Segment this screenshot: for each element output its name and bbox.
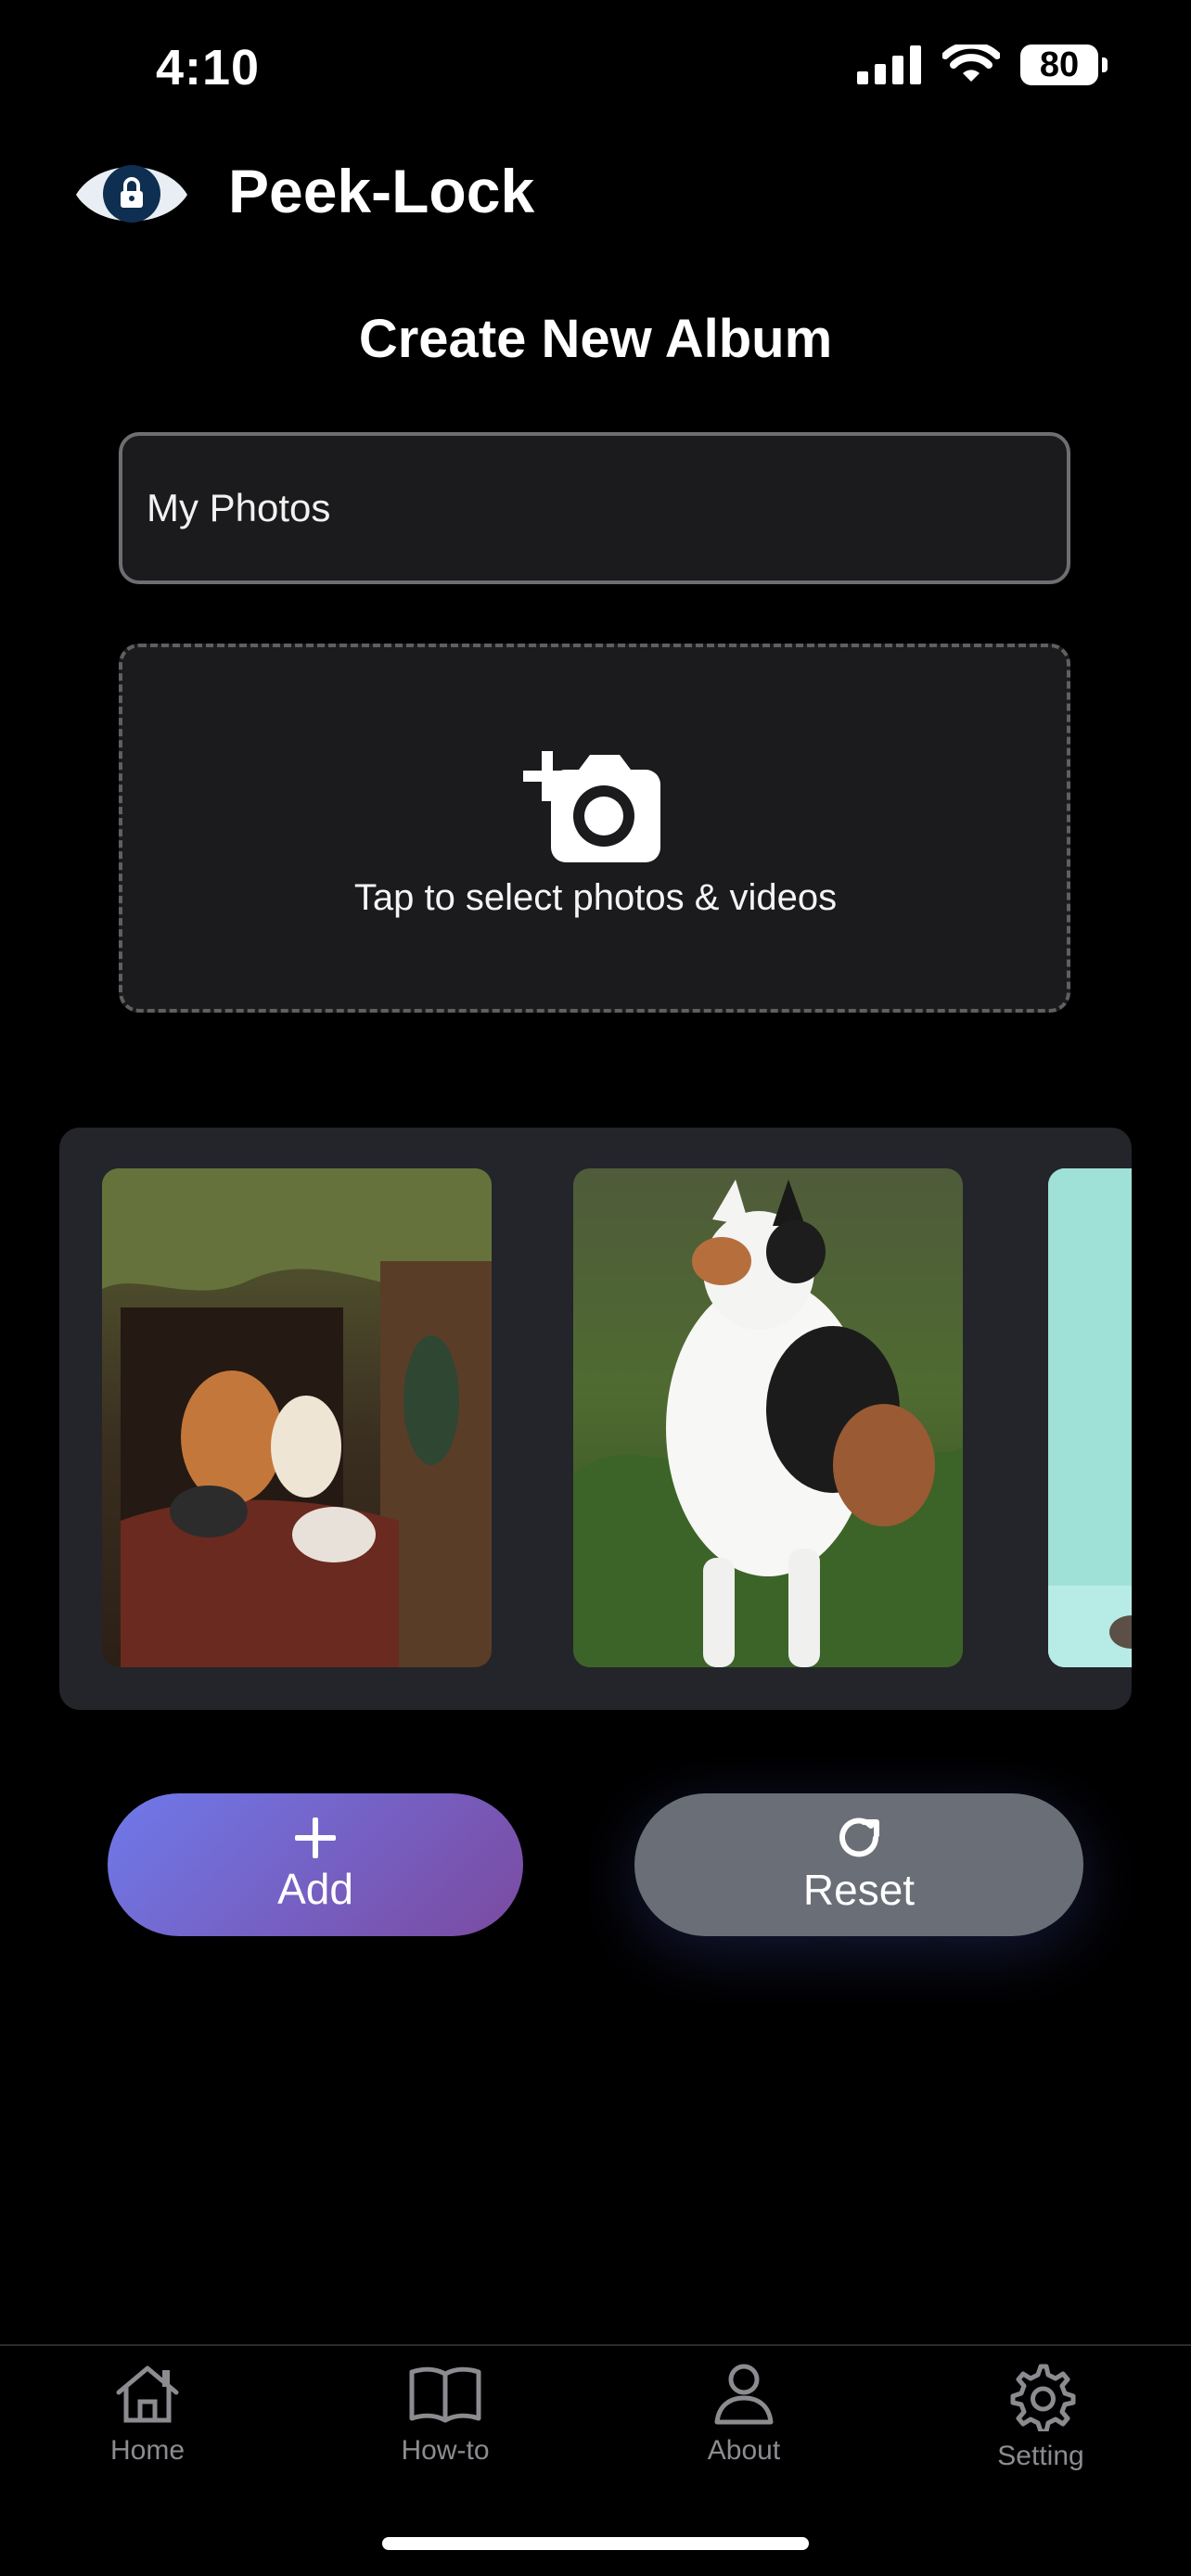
- media-thumbnail[interactable]: [1048, 1168, 1132, 1667]
- add-button-label: Add: [277, 1865, 353, 1913]
- status-time: 4:10: [156, 40, 261, 96]
- calico-cat-image: [573, 1168, 963, 1667]
- refresh-icon: [839, 1817, 879, 1857]
- home-icon: [116, 2366, 179, 2423]
- tabbar-divider: [0, 2344, 1191, 2346]
- tab-how-to[interactable]: How-to: [352, 2355, 538, 2467]
- tab-setting-label: Setting: [997, 2441, 1084, 2471]
- eye-lock-logo-icon: [76, 165, 187, 223]
- signal-icon: [857, 45, 921, 84]
- media-picker-prompt: Tap to select photos & videos: [353, 877, 838, 918]
- plus-icon: [295, 1817, 336, 1858]
- reset-button[interactable]: Reset: [634, 1793, 1083, 1936]
- selected-media-carousel[interactable]: [59, 1128, 1132, 1710]
- kittens-painting-image: [102, 1168, 492, 1667]
- battery-level: 80: [1039, 45, 1080, 84]
- add-button[interactable]: Add: [108, 1793, 523, 1936]
- album-name-value: My Photos: [147, 486, 331, 529]
- bottom-tab-bar: Home How-to About Setting: [0, 2355, 1191, 2494]
- book-icon: [409, 2366, 481, 2423]
- tab-about[interactable]: About: [651, 2355, 837, 2467]
- album-name-input[interactable]: My Photos: [119, 432, 1070, 584]
- page-title: Create New Album: [358, 309, 833, 369]
- app-title: Peek-Lock: [228, 157, 535, 225]
- tab-setting[interactable]: Setting: [948, 2355, 1133, 2472]
- media-thumbnail[interactable]: [102, 1168, 492, 1667]
- battery-indicator: 80: [1020, 45, 1108, 85]
- reset-button-label: Reset: [802, 1866, 916, 1914]
- tab-about-label: About: [707, 2435, 781, 2466]
- wifi-icon: [942, 45, 1000, 82]
- media-thumbnail[interactable]: [573, 1168, 963, 1667]
- home-indicator: [382, 2537, 809, 2550]
- teal-photo-image: [1048, 1168, 1132, 1667]
- tab-how-to-label: How-to: [401, 2435, 490, 2466]
- tab-home-label: Home: [109, 2435, 186, 2466]
- gear-icon: [1010, 2364, 1076, 2431]
- status-icons: 80: [857, 45, 1108, 85]
- person-icon: [714, 2364, 774, 2425]
- tab-home[interactable]: Home: [55, 2355, 240, 2467]
- add-photo-icon[interactable]: [523, 742, 660, 862]
